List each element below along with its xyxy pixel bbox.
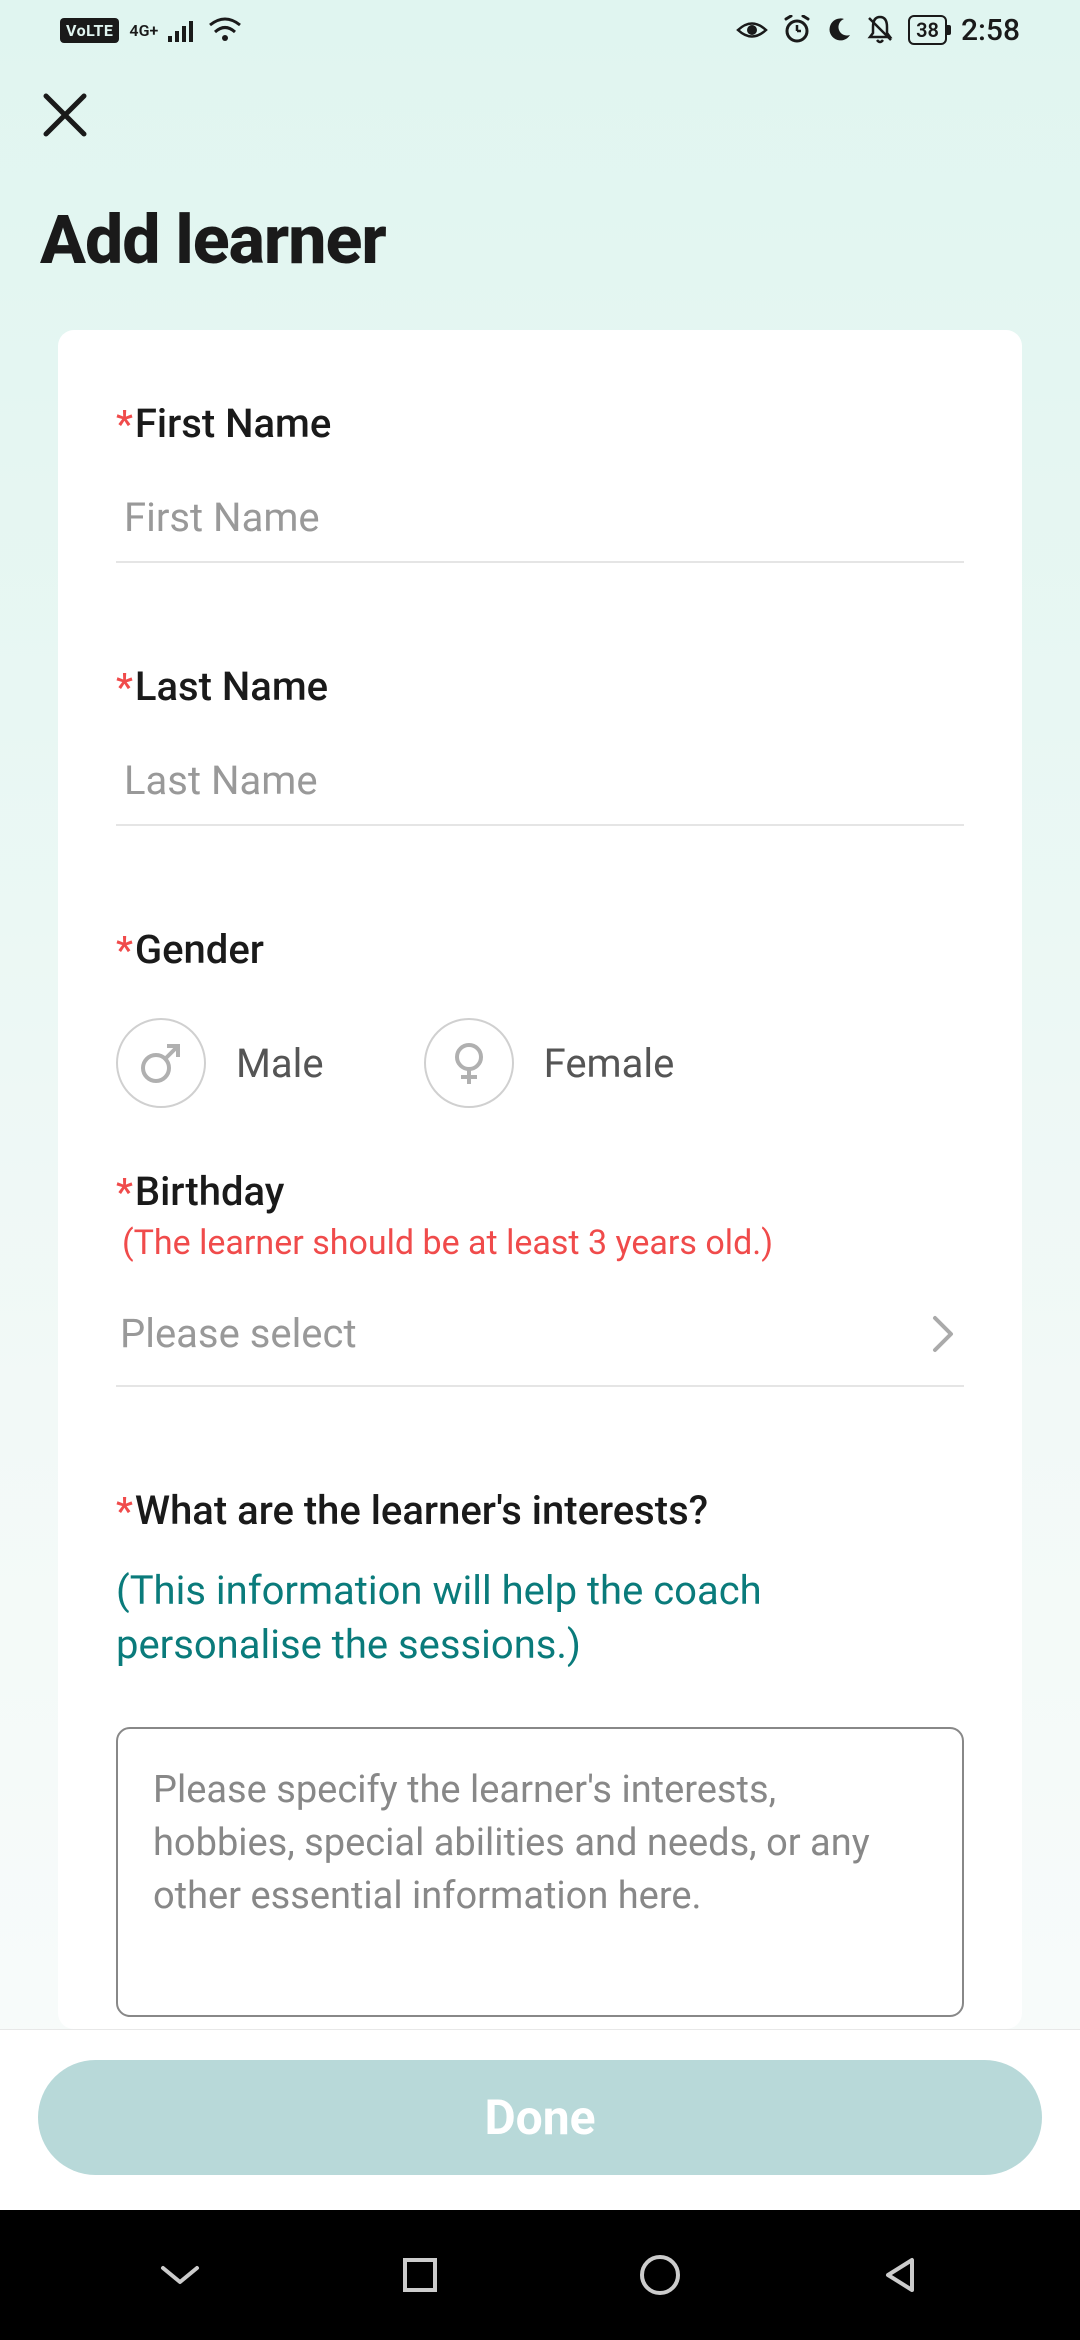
interests-group: *What are the learner's interests? (This…	[116, 1487, 964, 2021]
page-title: Add learner	[40, 200, 1040, 280]
gender-group: *Gender Male	[116, 926, 964, 1108]
gender-option-female[interactable]: Female	[424, 1018, 675, 1108]
circle-icon	[638, 2253, 682, 2297]
nav-home[interactable]	[630, 2245, 690, 2305]
alarm-icon	[782, 15, 812, 45]
required-star: *	[116, 1490, 133, 1534]
moon-icon	[826, 17, 852, 43]
square-icon	[400, 2255, 440, 2295]
gender-option-male[interactable]: Male	[116, 1018, 324, 1108]
nav-recent[interactable]	[390, 2245, 450, 2305]
eye-icon	[736, 19, 768, 41]
triangle-back-icon	[882, 2255, 918, 2295]
required-star: *	[116, 1171, 133, 1215]
system-nav-bar	[0, 2210, 1080, 2340]
status-bar: VoLTE 4G+	[0, 0, 1080, 60]
female-label: Female	[544, 1040, 675, 1087]
birthday-hint: (The learner should be at least 3 years …	[122, 1223, 964, 1263]
signal-bars-icon	[168, 18, 198, 42]
birthday-group: *Birthday (The learner should be at leas…	[116, 1168, 964, 1387]
wifi-icon	[208, 17, 242, 43]
male-icon-circle	[116, 1018, 206, 1108]
nav-back[interactable]	[870, 2245, 930, 2305]
close-icon	[42, 92, 88, 138]
bell-muted-icon	[866, 15, 894, 45]
gender-label: *Gender	[116, 926, 964, 973]
chevron-right-icon	[930, 1313, 956, 1355]
header: Add learner	[0, 60, 1080, 330]
done-button[interactable]: Done	[38, 2060, 1042, 2175]
required-star: *	[116, 403, 133, 447]
form-card: *First Name *Last Name *Gender Mal	[58, 330, 1022, 2029]
first-name-group: *First Name	[116, 400, 964, 563]
birthday-select[interactable]: Please select	[116, 1298, 964, 1387]
first-name-input[interactable]	[116, 482, 964, 563]
battery-indicator: 38	[908, 15, 947, 45]
required-star: *	[116, 929, 133, 973]
volte-badge: VoLTE	[60, 18, 119, 43]
interests-label: *What are the learner's interests?	[116, 1487, 964, 1534]
clock: 2:58	[961, 13, 1020, 48]
interests-hint: (This information will help the coach pe…	[116, 1564, 964, 1672]
female-icon-circle	[424, 1018, 514, 1108]
chevron-down-icon	[155, 2260, 205, 2290]
status-right: 38 2:58	[736, 13, 1020, 48]
required-star: *	[116, 666, 133, 710]
footer-bar: Done	[0, 2029, 1080, 2210]
nav-keyboard-down[interactable]	[150, 2245, 210, 2305]
male-label: Male	[236, 1040, 324, 1087]
birthday-label: *Birthday	[116, 1168, 964, 1215]
last-name-label: *Last Name	[116, 663, 964, 710]
gender-options: Male Female	[116, 1008, 964, 1108]
network-indicator: 4G+	[129, 21, 158, 40]
male-icon	[137, 1039, 185, 1087]
female-icon	[445, 1039, 493, 1087]
first-name-label: *First Name	[116, 400, 964, 447]
birthday-placeholder: Please select	[120, 1310, 357, 1357]
close-button[interactable]	[40, 90, 90, 140]
last-name-input[interactable]	[116, 745, 964, 826]
status-left: VoLTE 4G+	[60, 17, 242, 43]
last-name-group: *Last Name	[116, 663, 964, 826]
interests-textarea[interactable]	[116, 1727, 964, 2017]
